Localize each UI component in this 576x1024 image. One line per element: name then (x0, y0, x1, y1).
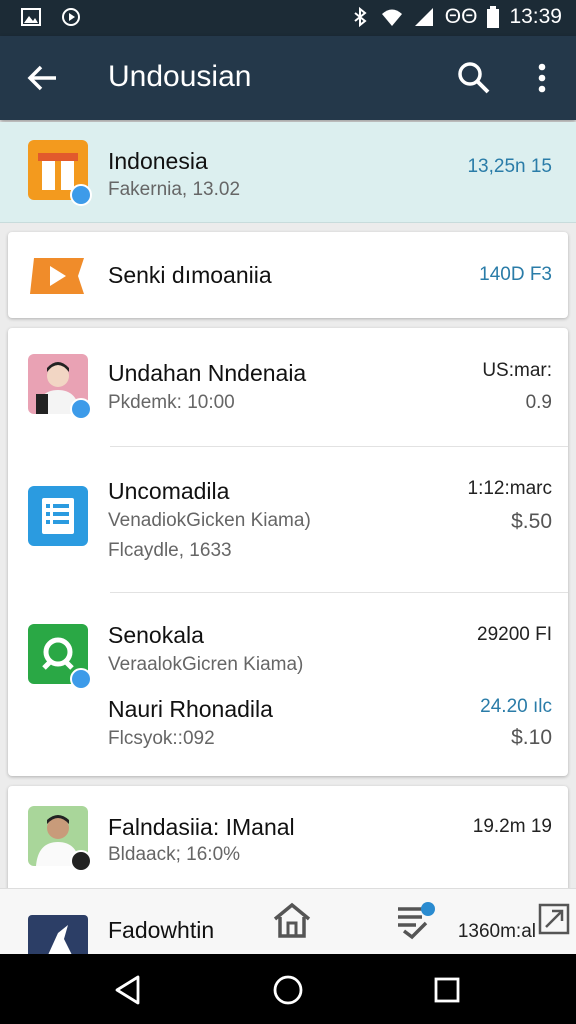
app-bar: Undousian (0, 36, 576, 120)
item-value: 1360m:al (457, 921, 536, 942)
featured-item[interactable]: Indonesia Fakernia, 13.02 13,25n 15 (0, 122, 576, 223)
item-right-top: US:mar: (482, 360, 552, 381)
page-title: Undousian (108, 60, 252, 93)
item-value: 140D F3 (479, 264, 552, 285)
more-vert-icon[interactable] (530, 60, 554, 96)
item-value: 19.2m 19 (472, 816, 552, 837)
item-right-top: 29200 FI (477, 624, 552, 645)
list-group-card: Undahan Nndenaia Pkdemk: 10:00 US:mar: 0… (8, 328, 568, 776)
verified-badge-icon (70, 398, 92, 420)
featured-title: Indonesia (108, 148, 208, 174)
item-title: Falndasiia: IManal (108, 814, 295, 840)
battery-icon (487, 6, 500, 28)
featured-subtitle: Fakernia, 13.02 (108, 179, 241, 200)
item-subtitle: Flcsyok::092 (108, 728, 215, 749)
item-right-top: 1:12:marc (467, 478, 552, 499)
tasks-icon[interactable] (394, 901, 438, 941)
clock: 13:39 (509, 5, 562, 28)
item-subtitle: VeraalokGicren Kiama) (108, 654, 304, 675)
list-item[interactable]: Undahan Nndenaia Pkdemk: 10:00 US:mar: 0… (8, 328, 568, 446)
featured-value: 13,25n 15 (467, 156, 552, 177)
nav-back-icon[interactable] (112, 974, 144, 1006)
item-title: Uncomadila (108, 478, 230, 504)
play-icon (30, 258, 84, 294)
image-notification-icon (21, 8, 41, 26)
back-arrow-icon[interactable] (24, 60, 60, 96)
system-navigation-bar (0, 954, 576, 1024)
item-title: Fadowhtin (108, 917, 215, 943)
bird-app-icon (28, 915, 88, 955)
verified-badge-icon (70, 184, 92, 206)
item-right-bottom: 0.9 (525, 392, 552, 413)
item-subtitle-2: Flcaydle, 1633 (108, 540, 232, 561)
item-title: Nauri Rhonadila (108, 696, 273, 722)
item-title: Senki dımoaniia (108, 262, 272, 288)
wifi-icon (381, 9, 402, 26)
expand-icon[interactable] (538, 903, 570, 935)
item-subtitle: Pkdemk: 10:00 (108, 392, 235, 413)
item-title: Undahan Nndenaia (108, 360, 307, 386)
item-subtitle: VenadiokGicken Kiama) (108, 510, 311, 531)
item-subtitle: Bldaack; 16:0% (108, 844, 241, 865)
signal-text: ΘΘ (444, 5, 478, 28)
item-right-bottom: $.50 (511, 510, 552, 533)
item-right-top: 24.20 ılc (480, 696, 552, 717)
status-badge-icon (70, 850, 92, 872)
list-item-card[interactable]: Senki dımoaniia 140D F3 (8, 232, 568, 318)
item-right-bottom: $.10 (511, 726, 552, 749)
bluetooth-icon (354, 6, 367, 28)
home-icon[interactable] (272, 901, 312, 939)
nav-home-icon[interactable] (272, 974, 304, 1006)
status-bar: ΘΘ 13:39 (0, 0, 576, 36)
item-title: Senokala (108, 622, 204, 648)
record-notification-icon (62, 8, 80, 26)
bottom-navigation: Fadowhtin 1360m:al (0, 888, 576, 955)
list-item[interactable]: Uncomadila VenadiokGicken Kiama) Flcaydl… (8, 446, 568, 592)
nav-recents-icon[interactable] (433, 976, 461, 1004)
document-list-icon (28, 486, 88, 546)
search-icon[interactable] (456, 60, 492, 96)
cell-signal-icon (414, 8, 433, 26)
verified-badge-icon (70, 668, 92, 690)
list-item[interactable]: Senokala VeraalokGicren Kiama) 29200 FI … (8, 592, 568, 776)
